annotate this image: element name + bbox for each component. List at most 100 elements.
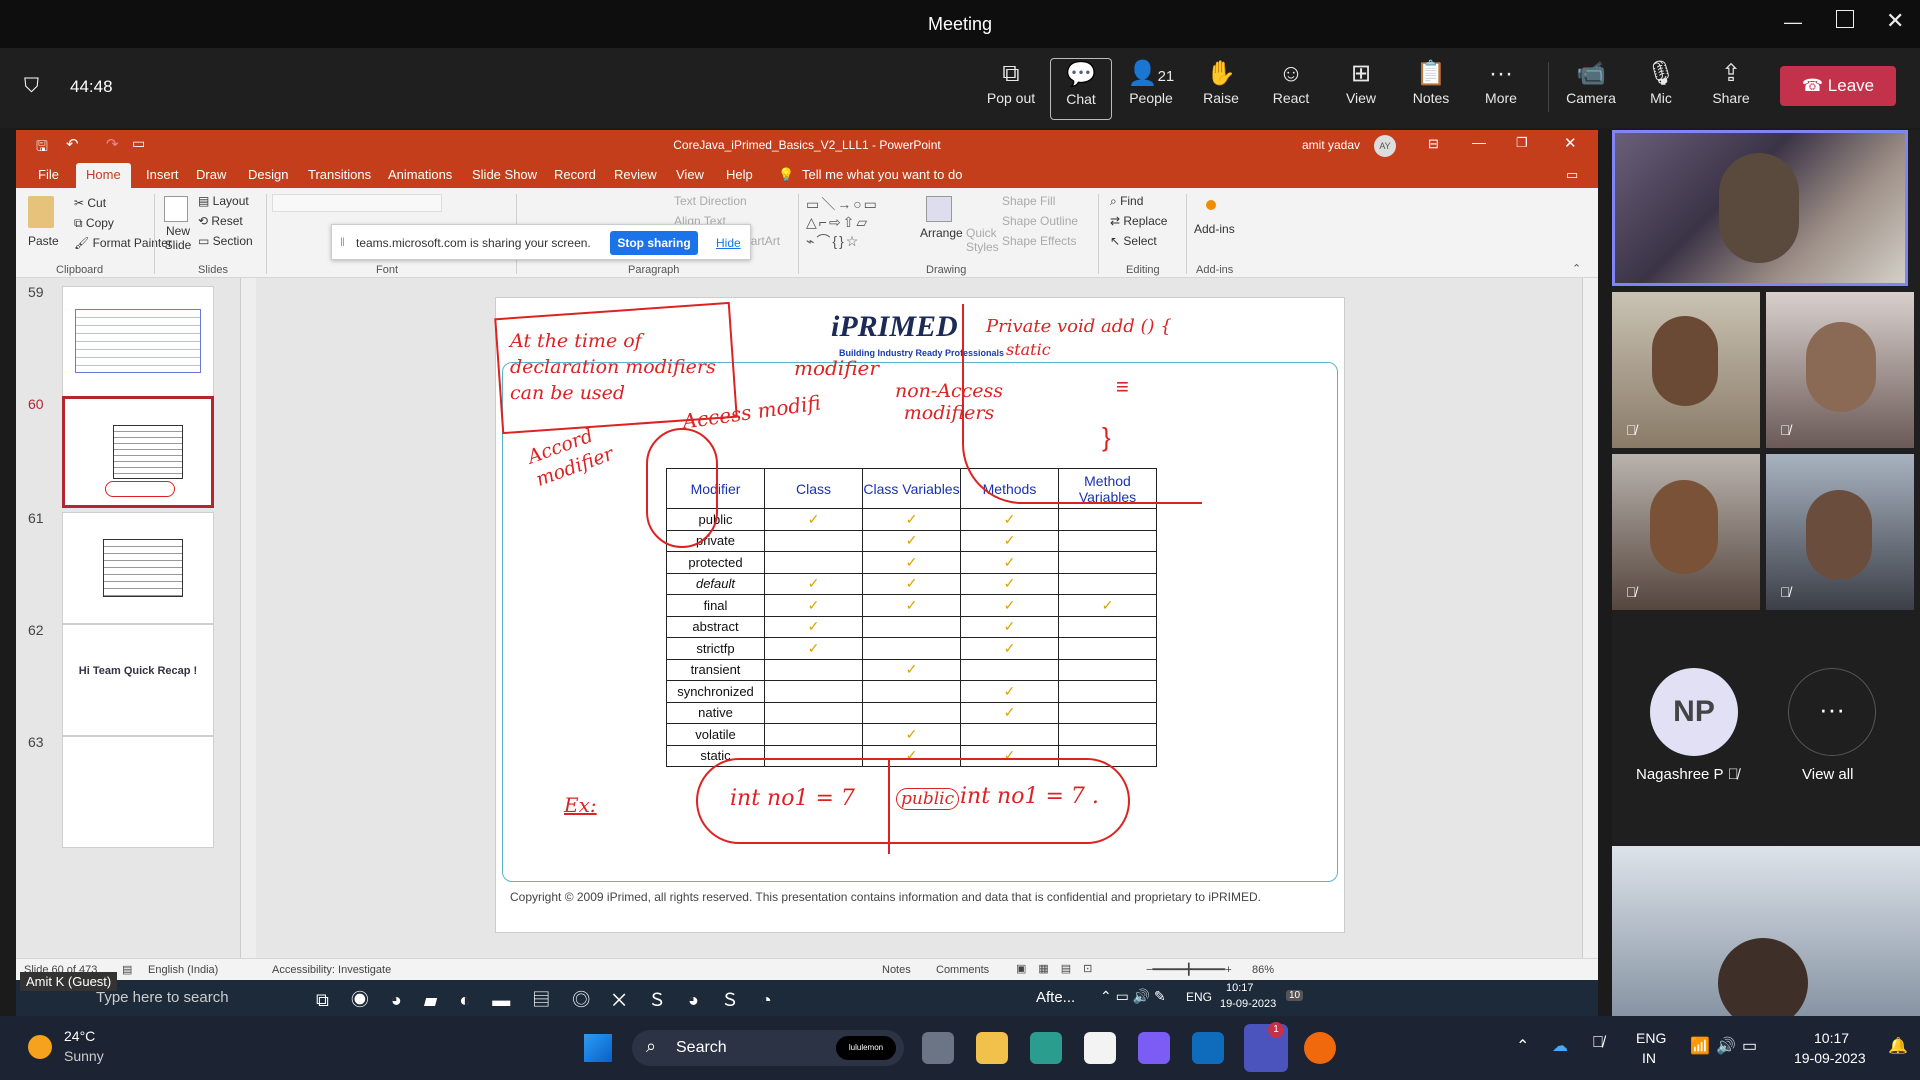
font-name-box[interactable]: [272, 194, 442, 212]
tab-insert[interactable]: Insert: [146, 167, 179, 182]
comments-icon[interactable]: ▭: [1566, 167, 1578, 183]
addins-button[interactable]: Add-ins: [1194, 222, 1235, 236]
remote-notification-badge[interactable]: 10: [1286, 990, 1304, 1001]
clock-time[interactable]: 10:17: [1814, 1030, 1849, 1046]
tab-design[interactable]: Design: [248, 167, 288, 182]
language-status[interactable]: English (India): [148, 964, 218, 976]
slide-scrollbar[interactable]: [1582, 278, 1598, 958]
drag-handle-icon[interactable]: ‖: [340, 235, 345, 249]
tell-me-search[interactable]: Tell me what you want to do: [802, 167, 962, 182]
participant-avatar[interactable]: NP: [1650, 668, 1738, 756]
weather-condition[interactable]: Sunny: [64, 1048, 104, 1064]
notes-button[interactable]: 📋 Notes: [1400, 58, 1462, 120]
app-icon[interactable]: [1304, 1032, 1336, 1064]
onedrive-icon[interactable]: ☁: [1552, 1036, 1568, 1056]
layout-button[interactable]: ▤ Layout: [198, 194, 249, 208]
tab-view[interactable]: View: [676, 167, 704, 182]
react-button[interactable]: ☺ React: [1260, 58, 1322, 120]
pp-close-icon[interactable]: ✕: [1564, 134, 1577, 152]
user-avatar[interactable]: AY: [1374, 135, 1396, 157]
tab-transitions[interactable]: Transitions: [308, 167, 371, 182]
tab-help[interactable]: Help: [726, 167, 753, 182]
thumbnail-scrollbar[interactable]: [240, 278, 256, 958]
volume-icon[interactable]: 🔊: [1716, 1036, 1736, 1056]
self-video[interactable]: [1612, 846, 1920, 1016]
tab-slide-show[interactable]: Slide Show: [472, 167, 537, 182]
people-button[interactable]: 👤21 People: [1120, 58, 1182, 120]
pp-restore-icon[interactable]: ❐: [1516, 135, 1528, 151]
slide-thumbnail-selected[interactable]: [62, 396, 214, 508]
mic-muted-icon[interactable]: 🎙̸: [1592, 1034, 1604, 1052]
close-icon[interactable]: ✕: [1886, 8, 1904, 34]
taskbar-search[interactable]: ⌕ Search lululemon: [632, 1030, 904, 1066]
share-button[interactable]: ⇪ Share: [1700, 58, 1762, 120]
shape-effects-button[interactable]: Shape Effects: [1002, 234, 1077, 248]
format-painter-button[interactable]: 🖌 Format Painter: [74, 236, 172, 250]
shapes-gallery[interactable]: ▭＼→○▭ △⌐⇨⇧▱ ⌁⌒{}☆: [806, 194, 910, 249]
collapse-ribbon-icon[interactable]: ⌃: [1572, 262, 1581, 275]
select-button[interactable]: ↖ Select: [1110, 234, 1157, 248]
copilot-icon[interactable]: [1138, 1032, 1170, 1064]
find-button[interactable]: ⌕ Find: [1110, 194, 1143, 209]
mic-button[interactable]: 🎙 Mic: [1630, 58, 1692, 120]
battery-icon[interactable]: ▭: [1742, 1036, 1757, 1056]
notification-icon[interactable]: 🔔: [1888, 1036, 1908, 1056]
pp-minimize-icon[interactable]: —: [1472, 134, 1486, 150]
participant-video[interactable]: 🎙̸: [1612, 454, 1760, 610]
camera-button[interactable]: 📹 Camera: [1560, 58, 1622, 120]
reset-button[interactable]: ⟲ Reset: [198, 214, 243, 228]
windows-start-icon[interactable]: [584, 1034, 612, 1062]
quick-styles-button[interactable]: Quick Styles: [966, 226, 1000, 254]
shape-fill-button[interactable]: Shape Fill: [1002, 194, 1055, 208]
arrange-button[interactable]: Arrange: [920, 226, 963, 240]
wifi-icon[interactable]: 📶: [1690, 1036, 1710, 1056]
copy-button[interactable]: ⧉ Copy: [74, 216, 114, 231]
comments-toggle[interactable]: Comments: [936, 964, 989, 976]
tab-home[interactable]: Home: [76, 163, 131, 188]
tray-chevron-icon[interactable]: ⌃: [1516, 1036, 1529, 1056]
spelling-icon[interactable]: ▤: [122, 963, 132, 976]
notes-toggle[interactable]: Notes: [882, 964, 911, 976]
restore-icon[interactable]: [1836, 10, 1854, 28]
paste-button[interactable]: Paste: [28, 234, 59, 248]
pop-out-button[interactable]: ⧉ Pop out: [980, 58, 1042, 120]
minimize-icon[interactable]: —: [1784, 12, 1802, 33]
weather-temp[interactable]: 24°C: [64, 1028, 95, 1044]
accessibility-status[interactable]: Accessibility: Investigate: [272, 964, 391, 976]
participant-video[interactable]: 🎙̸: [1612, 292, 1760, 448]
tab-review[interactable]: Review: [614, 167, 657, 182]
participant-video[interactable]: 🎙̸: [1766, 292, 1914, 448]
shape-outline-button[interactable]: Shape Outline: [1002, 214, 1078, 228]
view-button[interactable]: ⊞ View: [1330, 58, 1392, 120]
stop-sharing-button[interactable]: Stop sharing: [610, 231, 698, 255]
tab-animations[interactable]: Animations: [388, 167, 452, 182]
outlook-icon[interactable]: [1192, 1032, 1224, 1064]
hide-link[interactable]: Hide: [716, 236, 741, 250]
zoom-level[interactable]: 86%: [1252, 964, 1274, 976]
cut-button[interactable]: ✂ Cut: [74, 196, 106, 210]
participant-video[interactable]: 🎙̸: [1766, 454, 1914, 610]
remote-search-box[interactable]: Type here to search: [96, 989, 229, 1006]
tab-record[interactable]: Record: [554, 167, 596, 182]
clock-date[interactable]: 19-09-2023: [1794, 1050, 1866, 1066]
text-direction-button[interactable]: Text Direction: [674, 194, 747, 208]
slide-thumbnail[interactable]: Hi Team Quick Recap !: [62, 624, 214, 736]
task-view-icon[interactable]: [922, 1032, 954, 1064]
new-slide-button[interactable]: New Slide: [160, 224, 196, 252]
speaker-video[interactable]: [1612, 130, 1908, 286]
section-button[interactable]: ▭ Section: [198, 234, 253, 248]
view-all-button[interactable]: ···: [1788, 668, 1876, 756]
raise-hand-button[interactable]: ✋ Raise: [1190, 58, 1252, 120]
edge-icon[interactable]: [1030, 1032, 1062, 1064]
file-explorer-icon[interactable]: [976, 1032, 1008, 1064]
slide-thumbnail[interactable]: [62, 512, 214, 624]
store-icon[interactable]: [1084, 1032, 1116, 1064]
remote-app-icons[interactable]: ⧉◉◕▰◐▬▤◎✕Ｓ◕Ｓ◔: [316, 986, 794, 1012]
replace-button[interactable]: ⇄ Replace: [1110, 214, 1167, 228]
slide-thumbnail[interactable]: [62, 736, 214, 848]
tab-draw[interactable]: Draw: [196, 167, 226, 182]
more-button[interactable]: ··· More: [1470, 58, 1532, 120]
zoom-slider[interactable]: −━━━━━╋━━━━━+: [1146, 963, 1232, 976]
tray-lang-2[interactable]: IN: [1642, 1050, 1656, 1066]
remote-tray-icons[interactable]: ⌃ ▭ 🔊 ✎: [1100, 988, 1166, 1005]
